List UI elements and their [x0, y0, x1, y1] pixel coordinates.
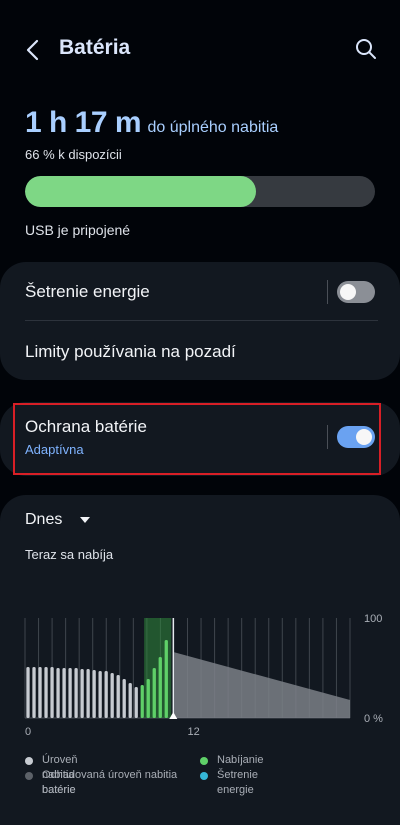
x-tick-label: 12 — [188, 726, 200, 738]
bar-level — [104, 671, 108, 718]
connection-status: USB je pripojené — [25, 222, 131, 238]
background-limits-item[interactable]: Limity používania na pozadí — [25, 342, 236, 362]
power-saving-toggle[interactable] — [337, 281, 375, 303]
bar-level — [32, 667, 36, 718]
x-tick-label: 0 — [25, 726, 31, 738]
bar-level — [98, 671, 102, 718]
search-icon[interactable] — [354, 37, 378, 61]
back-arrow-icon[interactable] — [20, 36, 48, 64]
bar-level — [134, 687, 138, 718]
battery-level-fill — [25, 176, 256, 207]
dropdown-caret-icon[interactable] — [80, 517, 90, 523]
charging-status: Teraz sa nabíja — [25, 547, 114, 562]
bar-charging — [152, 668, 156, 718]
estimated-level-area — [173, 652, 350, 718]
bar-level — [38, 667, 42, 718]
time-to-full: 1 h 17 m do úplného nabitia — [25, 106, 278, 140]
bar-level — [86, 669, 90, 718]
legend-dot — [25, 772, 33, 780]
time-value: 1 h 17 m — [25, 106, 142, 139]
usage-card: Dnes Teraz sa nabíja 0 12 100 0 % Úroveň na… — [0, 495, 400, 825]
bar-level — [110, 673, 114, 718]
bar-charging — [146, 679, 150, 718]
bar-level — [74, 668, 78, 718]
bar-charging — [140, 685, 144, 718]
bar-level — [92, 670, 96, 718]
bar-level — [44, 667, 48, 718]
bar-level — [80, 669, 84, 718]
bar-level — [50, 667, 54, 718]
legend-dot — [200, 772, 208, 780]
y-tick-label: 0 % — [364, 713, 383, 725]
highlight-frame — [13, 403, 381, 475]
bar-charging — [164, 640, 168, 718]
time-suffix: do úplného nabitia — [147, 119, 279, 136]
battery-usage-chart: 0 12 100 0 % — [24, 613, 383, 738]
period-dropdown[interactable]: Dnes — [25, 511, 62, 529]
row-divider — [25, 320, 378, 321]
bar-charging — [158, 657, 162, 718]
legend-dot — [25, 757, 33, 765]
bar-level — [122, 679, 126, 718]
power-saving-label[interactable]: Šetrenie energie — [25, 282, 150, 302]
available-percent: 66 % k dispozícii — [25, 147, 122, 162]
app-header: Batéria — [0, 0, 400, 100]
bar-level — [128, 683, 132, 718]
settings-card: Šetrenie energie Limity používania na po… — [0, 262, 400, 380]
page-title: Batéria — [59, 36, 131, 59]
toggle-divider — [327, 280, 328, 304]
bar-level — [26, 667, 30, 718]
y-tick-label: 100 — [364, 613, 382, 625]
bar-level — [68, 668, 72, 718]
battery-level-bar — [25, 176, 375, 207]
legend-dot — [200, 757, 208, 765]
bar-level — [62, 668, 66, 718]
bar-level — [116, 675, 120, 718]
bar-level — [56, 668, 60, 718]
